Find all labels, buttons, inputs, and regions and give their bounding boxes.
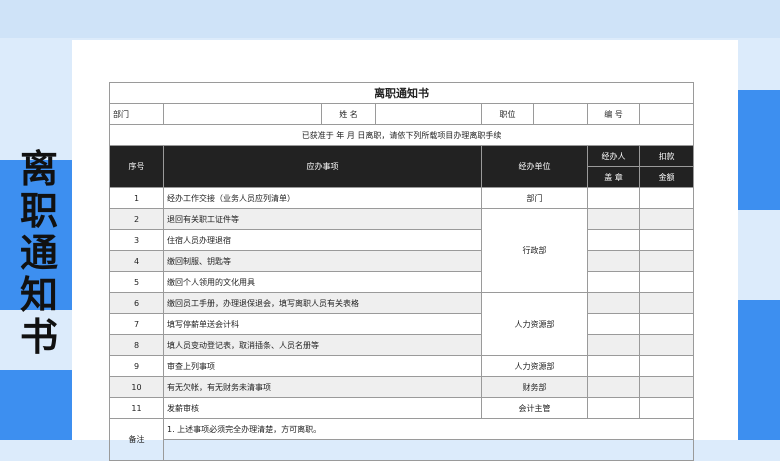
row-unit: 人力资源部 <box>481 292 588 356</box>
table-row: 8 填人员变动登记表，取消插条、人员名册等 <box>109 334 695 356</box>
row-task: 审查上列事项 <box>163 355 482 377</box>
row-index: 7 <box>109 313 164 335</box>
seal-cell[interactable] <box>587 229 640 251</box>
number-label: 编 号 <box>587 103 640 125</box>
table-row: 5 缴回个人领用的文化用具 <box>109 271 695 293</box>
row-index: 9 <box>109 355 164 377</box>
table-row: 10 有无欠帐，有无财务未清事项 财务部 <box>109 376 695 398</box>
seal-cell[interactable] <box>587 250 640 272</box>
remark-line: 1. 上述事项必须完全办理清楚，方可离职。 <box>162 418 695 440</box>
position-label: 职位 <box>481 103 534 125</box>
name-label: 姓 名 <box>321 103 376 125</box>
row-index: 1 <box>109 187 164 209</box>
header-deduction: 扣款 <box>638 145 695 167</box>
seal-cell[interactable] <box>587 271 640 293</box>
name-field[interactable] <box>375 103 482 125</box>
row-index: 11 <box>109 397 164 419</box>
side-title-char: 知 <box>19 273 58 317</box>
row-index: 10 <box>109 376 164 398</box>
remarks-row <box>110 439 695 461</box>
row-task: 缴回个人领用的文化用具 <box>163 271 482 293</box>
row-unit: 人力资源部 <box>481 355 588 377</box>
row-task: 填写停薪单送会计科 <box>163 313 482 335</box>
amount-cell[interactable] <box>638 334 695 356</box>
table-row: 4 缴回制服、钥匙等 <box>109 250 695 272</box>
header-index: 序号 <box>109 145 164 188</box>
row-index: 3 <box>109 229 164 251</box>
amount-cell[interactable] <box>638 250 695 272</box>
row-task: 缴回员工手册，办理退保退会，填写离职人员有关表格 <box>163 292 482 314</box>
side-title-char: 书 <box>19 315 58 359</box>
seal-cell[interactable] <box>587 397 640 419</box>
row-unit: 行政部 <box>481 208 588 293</box>
table-row: 7 填写停薪单送会计科 <box>109 313 695 335</box>
amount-cell[interactable] <box>638 397 695 419</box>
document-page: 离职通知书 部门 姓 名 职位 编 号 已获准于 年 月 日离职，请依下列所载项… <box>72 40 738 461</box>
row-task: 有无欠帐，有无财务未清事项 <box>163 376 482 398</box>
row-task: 住宿人员办理退宿 <box>163 229 482 251</box>
row-task: 经办工作交接（业务人员应列清单） <box>163 187 482 209</box>
table-row: 11 发薪审核 会计主管 <box>109 397 695 419</box>
header-seal: 盖 章 <box>587 166 640 188</box>
table-row: 3 住宿人员办理退宿 <box>109 229 695 251</box>
row-task: 退回有关职工证件等 <box>163 208 482 230</box>
background-stripe <box>738 90 780 210</box>
seal-cell[interactable] <box>587 376 640 398</box>
background-band <box>0 0 780 38</box>
header-task: 应办事项 <box>163 145 482 188</box>
row-index: 2 <box>109 208 164 230</box>
header-unit: 经办单位 <box>481 145 588 188</box>
table-row: 9 审查上列事项 人力资源部 <box>109 355 695 377</box>
seal-cell[interactable] <box>587 334 640 356</box>
position-field[interactable] <box>533 103 588 125</box>
amount-cell[interactable] <box>638 292 695 314</box>
number-field[interactable] <box>638 103 695 125</box>
seal-cell[interactable] <box>587 208 640 230</box>
department-field[interactable] <box>163 103 322 125</box>
table-row: 6 缴回员工手册，办理退保退会，填写离职人员有关表格 人力资源部 <box>109 292 695 356</box>
row-index: 8 <box>109 334 164 356</box>
amount-cell[interactable] <box>638 376 695 398</box>
background-stripe <box>738 300 780 440</box>
amount-cell[interactable] <box>638 187 695 209</box>
table-row: 1 经办工作交接（业务人员应列清单） 部门 <box>109 187 695 209</box>
amount-cell[interactable] <box>638 229 695 251</box>
department-label: 部门 <box>109 103 164 125</box>
row-unit: 部门 <box>481 187 588 209</box>
row-task: 发薪审核 <box>163 397 482 419</box>
amount-cell[interactable] <box>638 313 695 335</box>
seal-cell[interactable] <box>587 355 640 377</box>
row-index: 4 <box>109 250 164 272</box>
remarks-row: 备注 1. 上述事项必须完全办理清楚，方可离职。 <box>109 418 695 461</box>
form-title: 离职通知书 <box>108 82 695 104</box>
seal-cell[interactable] <box>587 313 640 335</box>
notice-text: 已获准于 年 月 日离职，请依下列所载项目办理离职手续 <box>108 124 695 146</box>
seal-cell[interactable] <box>587 292 640 314</box>
row-unit: 财务部 <box>481 376 588 398</box>
amount-cell[interactable] <box>638 271 695 293</box>
resignation-form: 离职通知书 部门 姓 名 职位 编 号 已获准于 年 月 日离职，请依下列所载项… <box>108 82 695 461</box>
row-task: 缴回制服、钥匙等 <box>163 250 482 272</box>
remark-line-empty <box>162 439 695 461</box>
side-title-char: 离 <box>19 147 58 191</box>
header-amount: 金额 <box>638 166 695 188</box>
row-index: 5 <box>109 271 164 293</box>
side-title: 离 职 通 知 书 <box>16 148 62 358</box>
side-title-char: 通 <box>19 231 58 275</box>
row-task: 填人员变动登记表，取消插条、人员名册等 <box>163 334 482 356</box>
header-handler: 经办人 <box>587 145 640 167</box>
amount-cell[interactable] <box>638 355 695 377</box>
seal-cell[interactable] <box>587 187 640 209</box>
side-title-char: 职 <box>19 189 58 233</box>
amount-cell[interactable] <box>638 208 695 230</box>
row-index: 6 <box>109 292 164 314</box>
row-unit: 会计主管 <box>481 397 588 419</box>
background-stripe <box>0 370 72 440</box>
table-row: 2 退回有关职工证件等 行政部 <box>109 208 695 293</box>
